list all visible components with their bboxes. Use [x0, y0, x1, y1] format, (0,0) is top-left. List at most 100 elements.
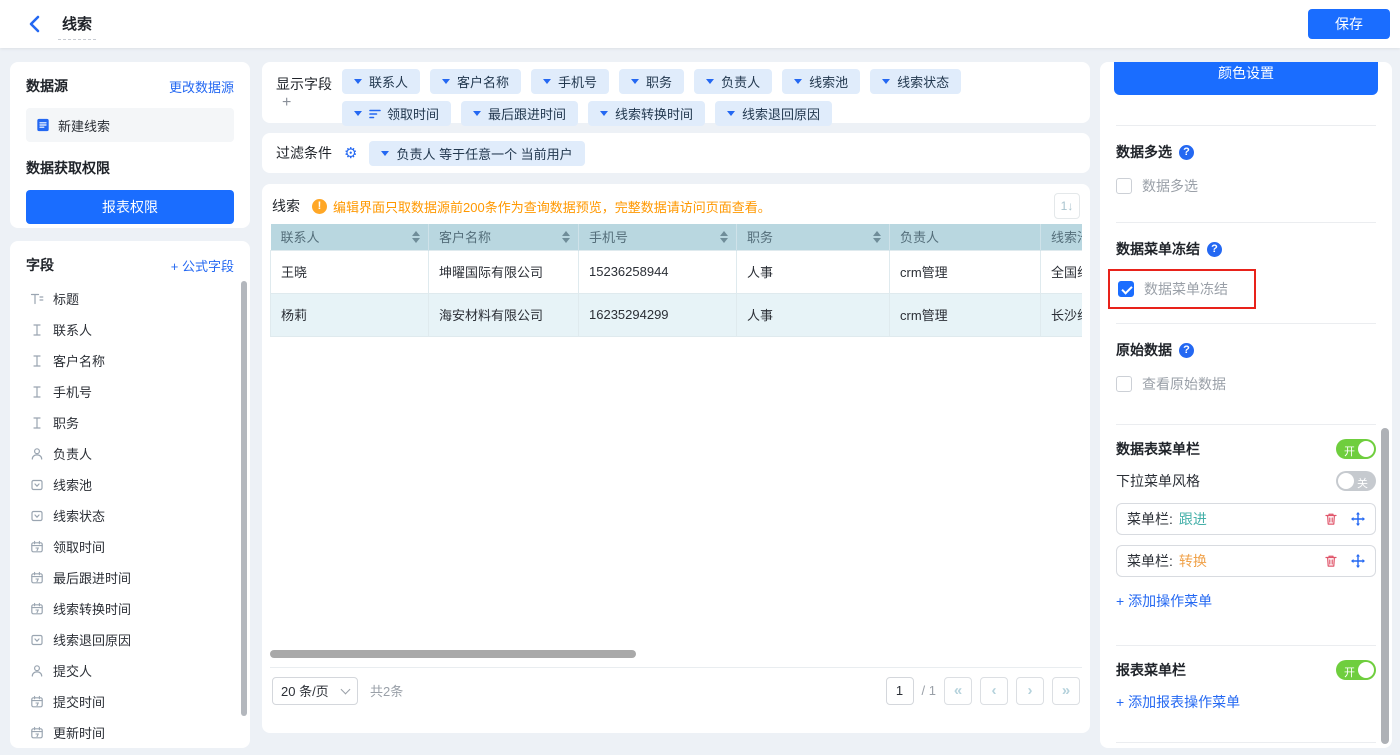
- sort-lines-icon: [369, 109, 381, 119]
- field-item[interactable]: 提交人: [26, 655, 234, 686]
- column-header[interactable]: 负责人: [890, 224, 1041, 250]
- chip-label: 线索转换时间: [615, 104, 693, 123]
- display-field-chip[interactable]: 联系人: [342, 69, 420, 94]
- field-label: 最后跟进时间: [53, 568, 131, 587]
- datasource-title: 数据源: [26, 76, 68, 96]
- datasource-item[interactable]: 新建线索: [26, 108, 234, 142]
- display-field-chip[interactable]: 线索池: [782, 69, 860, 94]
- filter-condition-chip[interactable]: 负责人 等于任意一个 当前用户: [369, 141, 584, 166]
- page-size-select[interactable]: 20 条/页: [272, 677, 358, 705]
- next-page-button[interactable]: ›: [1016, 677, 1044, 705]
- toggle-on-label: 开: [1344, 443, 1355, 459]
- menu-item-prefix: 菜单栏:: [1127, 551, 1173, 571]
- fields-scrollbar[interactable]: [241, 281, 247, 716]
- field-item[interactable]: 联系人: [26, 314, 234, 345]
- trash-icon[interactable]: [1324, 554, 1338, 568]
- datasource-panel: 数据源 更改数据源 新建线索 数据获取权限 报表权限: [10, 62, 250, 228]
- settings-scrollbar[interactable]: [1381, 428, 1389, 744]
- field-item[interactable]: 职务: [26, 407, 234, 438]
- toggle-off-label: 关: [1357, 475, 1368, 491]
- menu-freeze-title: 数据菜单冻结: [1116, 239, 1376, 259]
- first-page-button[interactable]: «: [944, 677, 972, 705]
- sort-arrows-icon[interactable]: [720, 231, 728, 243]
- dropdown-style-toggle[interactable]: 关: [1336, 471, 1376, 491]
- back-icon[interactable]: [24, 13, 46, 35]
- menu-freeze-checkbox[interactable]: [1118, 281, 1134, 297]
- field-item[interactable]: 手机号: [26, 376, 234, 407]
- display-field-chip[interactable]: 手机号: [531, 69, 609, 94]
- current-page-input[interactable]: 1: [886, 677, 914, 705]
- select-icon: [30, 633, 44, 647]
- last-page-button[interactable]: »: [1052, 677, 1080, 705]
- gear-icon[interactable]: ⚙: [344, 146, 357, 161]
- sort-arrows-icon[interactable]: [562, 231, 570, 243]
- display-field-chip[interactable]: 领取时间: [342, 101, 451, 126]
- help-icon[interactable]: [1207, 242, 1222, 257]
- table-menu-toggle[interactable]: 开: [1336, 439, 1376, 459]
- menu-item-name: 转换: [1179, 551, 1207, 571]
- field-label: 线索退回原因: [53, 630, 131, 649]
- field-item[interactable]: 更新时间: [26, 717, 234, 748]
- help-icon[interactable]: [1179, 145, 1194, 160]
- display-field-chip[interactable]: 客户名称: [430, 69, 521, 94]
- data-preview-panel: 线索 编辑界面只取数据源前200条作为查询数据预览，完整数据请访问页面查看。 1…: [262, 184, 1090, 733]
- display-field-chip[interactable]: 线索退回原因: [715, 101, 832, 126]
- field-item[interactable]: 标题: [26, 283, 234, 314]
- help-icon[interactable]: [1179, 343, 1194, 358]
- display-field-chip[interactable]: 职务: [619, 69, 684, 94]
- table-cell: 15236258944: [579, 250, 737, 293]
- raw-data-checkbox-label: 查看原始数据: [1142, 374, 1226, 394]
- menu-item-prefix: 菜单栏:: [1127, 509, 1173, 529]
- calendar-icon: [30, 602, 44, 616]
- change-datasource-link[interactable]: 更改数据源: [169, 77, 234, 96]
- move-icon[interactable]: [1351, 512, 1365, 526]
- field-item[interactable]: 领取时间: [26, 531, 234, 562]
- prev-page-button[interactable]: ‹: [980, 677, 1008, 705]
- color-settings-button[interactable]: 颜色设置: [1114, 62, 1378, 95]
- sort-arrows-icon[interactable]: [412, 231, 420, 243]
- add-action-menu-link[interactable]: + 添加操作菜单: [1116, 591, 1212, 611]
- text-icon: [30, 323, 44, 337]
- raw-data-checkbox[interactable]: [1116, 376, 1132, 392]
- display-field-chip[interactable]: 线索转换时间: [588, 101, 705, 126]
- add-display-field-button[interactable]: +: [282, 94, 291, 111]
- save-button[interactable]: 保存: [1308, 9, 1390, 39]
- field-item[interactable]: 客户名称: [26, 345, 234, 376]
- display-field-chip[interactable]: 最后跟进时间: [461, 101, 578, 126]
- multi-select-checkbox[interactable]: [1116, 178, 1132, 194]
- preview-table: 联系人 客户名称 手机号 职务 负责人 线索池 王晓 坤曜国际有限公司 1523…: [270, 224, 1082, 337]
- display-field-chip[interactable]: 线索状态: [870, 69, 961, 94]
- table-cell: 王晓: [271, 250, 429, 293]
- field-label: 线索转换时间: [53, 599, 131, 618]
- field-item[interactable]: 线索退回原因: [26, 624, 234, 655]
- column-header[interactable]: 手机号: [579, 224, 737, 250]
- trash-icon[interactable]: [1324, 512, 1338, 526]
- column-header[interactable]: 联系人: [271, 224, 429, 250]
- menu-item[interactable]: 菜单栏: 转换: [1116, 545, 1376, 577]
- table-cell: 人事: [737, 293, 890, 336]
- filter-panel: 过滤条件 ⚙ 负责人 等于任意一个 当前用户: [262, 133, 1090, 173]
- column-header[interactable]: 客户名称: [429, 224, 579, 250]
- divider: [1116, 424, 1376, 425]
- report-permission-button[interactable]: 报表权限: [26, 190, 234, 224]
- column-header[interactable]: 职务: [737, 224, 890, 250]
- field-item[interactable]: 提交时间: [26, 686, 234, 717]
- field-item[interactable]: 负责人: [26, 438, 234, 469]
- table-sort-button[interactable]: 1↓: [1054, 193, 1080, 219]
- horizontal-scrollbar[interactable]: [270, 650, 636, 658]
- field-item[interactable]: 最后跟进时间: [26, 562, 234, 593]
- field-label: 职务: [53, 413, 79, 432]
- warning-icon: [312, 199, 327, 214]
- display-field-chip[interactable]: 负责人: [694, 69, 772, 94]
- report-menu-toggle[interactable]: 开: [1336, 660, 1376, 680]
- add-report-menu-link[interactable]: + 添加报表操作菜单: [1116, 692, 1240, 712]
- menu-item[interactable]: 菜单栏: 跟进: [1116, 503, 1376, 535]
- move-icon[interactable]: [1351, 554, 1365, 568]
- field-item[interactable]: 线索转换时间: [26, 593, 234, 624]
- pagination-bar: 20 条/页 共2条 1 / 1 « ‹ › »: [270, 667, 1082, 713]
- column-header[interactable]: 线索池: [1041, 224, 1083, 250]
- add-formula-field-link[interactable]: + 公式字段: [171, 256, 234, 275]
- sort-arrows-icon[interactable]: [873, 231, 881, 243]
- field-item[interactable]: 线索池: [26, 469, 234, 500]
- field-item[interactable]: 线索状态: [26, 500, 234, 531]
